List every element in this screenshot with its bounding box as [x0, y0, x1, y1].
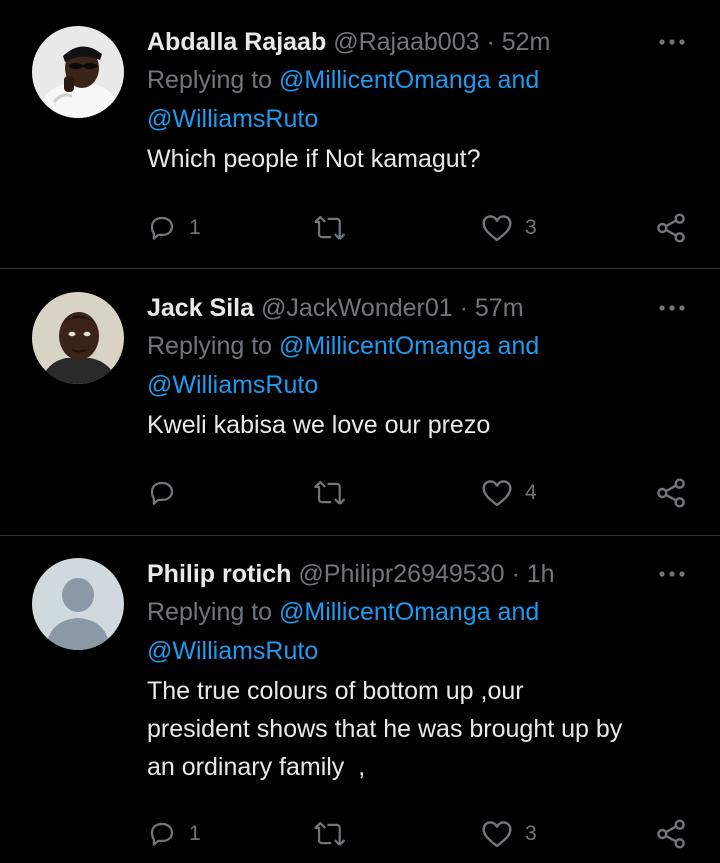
separator: ·: [486, 28, 495, 56]
reply-button[interactable]: 1: [147, 208, 201, 248]
heart-icon: [482, 215, 512, 242]
heart-icon: [482, 480, 512, 507]
retweet-icon: [314, 215, 346, 240]
tweet-2[interactable]: Jack Sila @JackWonder01 · 57m Replying t…: [0, 269, 720, 535]
display-name[interactable]: Abdalla Rajaab: [147, 28, 326, 56]
share-icon: [657, 478, 685, 508]
replying-to: Replying to @MillicentOmanga and @Willia…: [147, 61, 690, 139]
handle[interactable]: @JackWonder01: [261, 294, 453, 322]
mention-link[interactable]: @WilliamsRuto: [147, 637, 318, 665]
retweet-icon: [314, 821, 346, 846]
mention-link[interactable]: @MillicentOmanga: [279, 332, 491, 360]
reply-count: 1: [189, 822, 201, 845]
reply-button[interactable]: [147, 473, 189, 513]
separator: ·: [459, 294, 468, 322]
share-icon: [657, 213, 685, 243]
tweet-text: Which people if Not kamagut?: [147, 140, 690, 178]
reply-button[interactable]: 1: [147, 814, 201, 854]
retweet-button[interactable]: [313, 208, 359, 248]
replying-to: Replying to @MillicentOmanga and @Willia…: [147, 327, 690, 405]
mention-link[interactable]: @WilliamsRuto: [147, 105, 318, 133]
tweet-text: Kweli kabisa we love our prezo: [147, 406, 690, 444]
reply-icon: [150, 216, 174, 240]
heart-icon: [482, 821, 512, 848]
avatar[interactable]: [32, 558, 124, 650]
display-name[interactable]: Jack Sila: [147, 294, 254, 322]
mention-and[interactable]: and: [498, 66, 540, 94]
display-name[interactable]: Philip rotich: [147, 560, 291, 588]
share-button[interactable]: [655, 814, 687, 854]
handle[interactable]: @Philipr26949530: [298, 560, 504, 588]
share-icon: [657, 819, 685, 849]
replying-to-prefix: Replying to: [147, 332, 273, 360]
replying-to-prefix: Replying to: [147, 598, 273, 626]
user-photo-avatar-icon: [32, 26, 124, 118]
share-button[interactable]: [655, 208, 687, 248]
retweet-button[interactable]: [313, 473, 359, 513]
more-options-icon[interactable]: [654, 294, 690, 322]
tweet-text: The true colours of bottom up ,our presi…: [147, 672, 690, 786]
reply-count: 1: [189, 216, 201, 239]
tweet-text-line: president shows that he was brought up b…: [147, 715, 623, 743]
separator: ·: [511, 560, 520, 588]
timestamp[interactable]: 57m: [475, 294, 524, 322]
more-options-icon[interactable]: [654, 28, 690, 56]
mention-link[interactable]: @MillicentOmanga: [279, 66, 491, 94]
retweet-button[interactable]: [313, 814, 359, 854]
like-button[interactable]: 3: [481, 208, 537, 248]
replying-to: Replying to @MillicentOmanga and @Willia…: [147, 593, 690, 671]
more-options-icon[interactable]: [654, 560, 690, 588]
avatar[interactable]: [32, 292, 124, 384]
replying-to-prefix: Replying to: [147, 66, 273, 94]
mention-link[interactable]: @WilliamsRuto: [147, 371, 318, 399]
tweet-1[interactable]: Abdalla Rajaab @Rajaab003 · 52m Replying…: [0, 0, 720, 268]
reply-icon: [150, 481, 174, 505]
like-count: 4: [525, 481, 537, 504]
mention-and[interactable]: and: [498, 332, 540, 360]
mention-link[interactable]: @MillicentOmanga: [279, 598, 491, 626]
tweet-3[interactable]: Philip rotich @Philipr26949530 · 1h Repl…: [0, 536, 720, 863]
tweet-text-line: an ordinary family ,: [147, 753, 366, 781]
like-button[interactable]: 4: [481, 473, 537, 513]
default-profile-avatar-icon: [32, 558, 124, 650]
share-button[interactable]: [655, 473, 687, 513]
reply-icon: [150, 822, 174, 846]
user-photo-avatar-icon: [32, 292, 124, 384]
tweet-text-line: The true colours of bottom up ,our: [147, 677, 524, 705]
mention-and[interactable]: and: [498, 598, 540, 626]
like-count: 3: [525, 822, 537, 845]
like-count: 3: [525, 216, 537, 239]
avatar[interactable]: [32, 26, 124, 118]
tweet-text-line: Which people if Not kamagut?: [147, 145, 481, 173]
handle[interactable]: @Rajaab003: [333, 28, 479, 56]
tweet-text-line: Kweli kabisa we love our prezo: [147, 411, 491, 439]
like-button[interactable]: 3: [481, 814, 537, 854]
timestamp[interactable]: 1h: [527, 560, 555, 588]
timestamp[interactable]: 52m: [502, 28, 551, 56]
retweet-icon: [314, 480, 346, 505]
